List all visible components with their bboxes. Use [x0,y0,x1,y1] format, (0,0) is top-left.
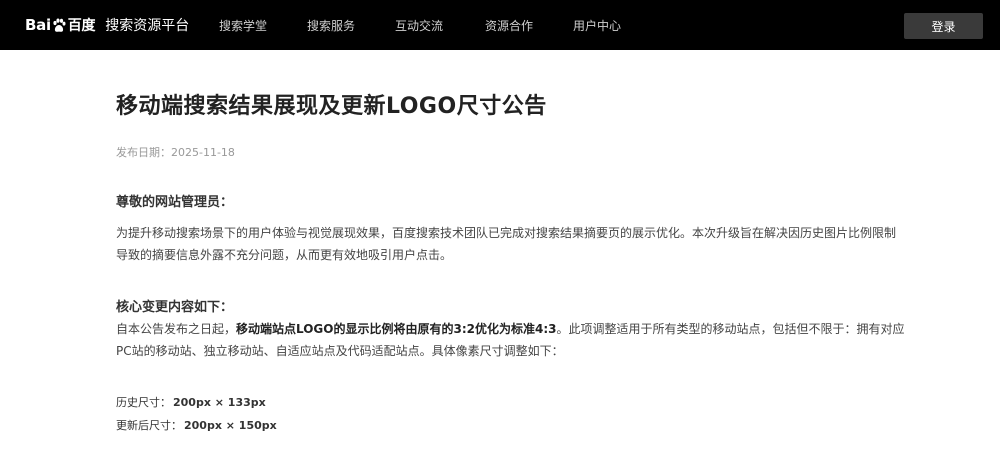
nav-item-resource-cooperation[interactable]: 资源合作 [485,17,573,34]
publish-date-label: 发布日期： [116,146,171,159]
new-size-label: 更新后尺寸： [116,419,182,432]
old-size-line: 历史尺寸： 200px × 133px [116,394,266,410]
nav-item-search-services[interactable]: 搜索服务 [307,17,395,34]
new-size-line: 更新后尺寸： 200px × 150px [116,417,277,433]
brand[interactable]: Bai 百度 搜索资源平台 [25,0,189,50]
main-nav: 搜索学堂 搜索服务 互动交流 资源合作 用户中心 [219,0,621,50]
top-navigation-bar: Bai 百度 搜索资源平台 搜索学堂 搜索服务 互动交流 资源合作 用户中心 登… [0,0,1000,50]
change-paragraph-intro: 自本公告发布之日起， [116,322,237,336]
section-title: 核心变更内容如下： [116,300,234,315]
old-size-label: 历史尺寸： [116,396,171,409]
nav-item-search-school[interactable]: 搜索学堂 [219,17,307,34]
platform-name[interactable]: 搜索资源平台 [105,15,189,35]
nav-item-user-center[interactable]: 用户中心 [573,17,621,34]
publish-date: 发布日期：2025-11-18 [116,144,235,160]
logo-text-cn: 百度 [67,18,96,34]
old-size-value: 200px × 133px [173,396,266,409]
nav-item-interaction[interactable]: 互动交流 [395,17,485,34]
baidu-logo[interactable]: Bai 百度 [25,15,96,35]
logo-text-bai: Bai [25,16,51,34]
paw-icon [52,18,66,33]
login-button[interactable]: 登录 [904,13,983,39]
publish-date-value: 2025-11-18 [171,146,235,159]
change-paragraph-highlight: 移动端站点LOGO的显示比例将由原有的3:2优化为标准4:3 [236,322,557,336]
greeting: 尊敬的网站管理员： [116,195,234,210]
change-paragraph: 自本公告发布之日起，移动端站点LOGO的显示比例将由原有的3:2优化为标准4:3… [116,318,906,362]
intro-paragraph: 为提升移动搜索场景下的用户体验与视觉展现效果，百度搜索技术团队已完成对搜索结果摘… [116,226,897,262]
article-title: 移动端搜索结果展现及更新LOGO尺寸公告 [116,94,547,119]
new-size-value: 200px × 150px [184,419,277,432]
